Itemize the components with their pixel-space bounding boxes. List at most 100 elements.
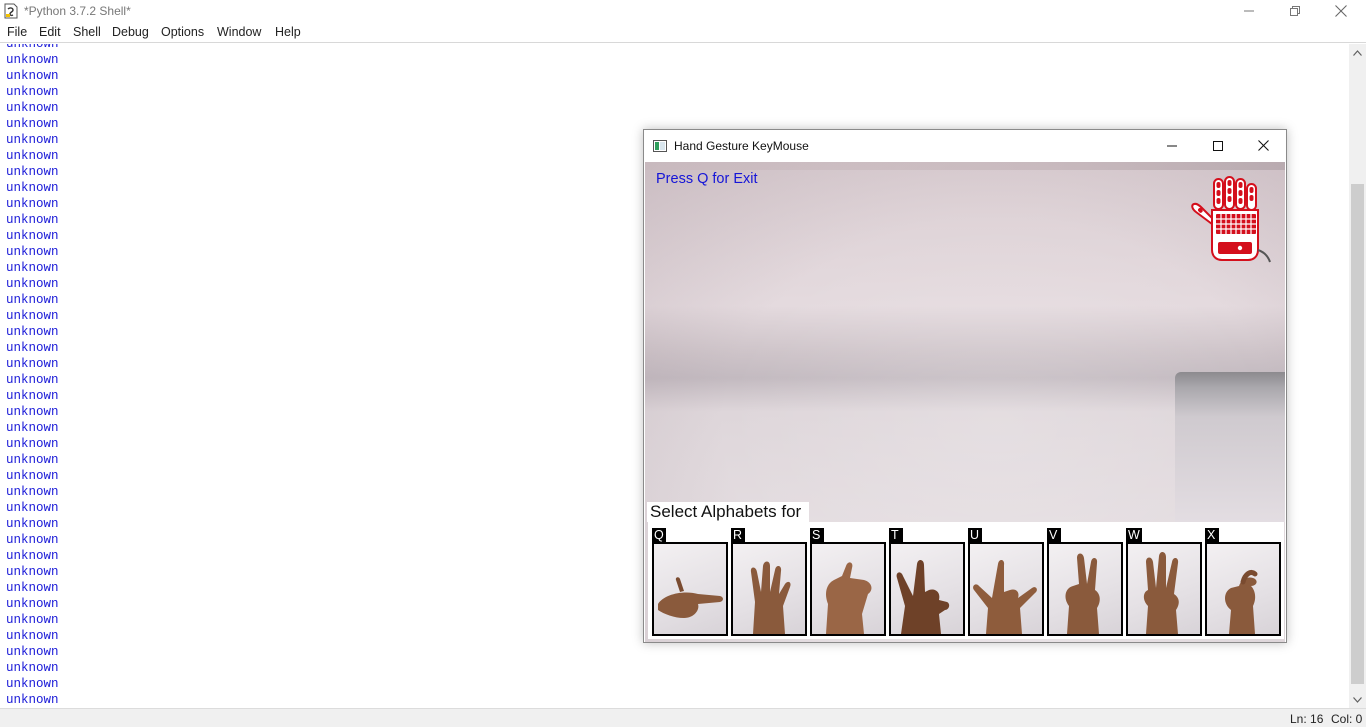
- output-line: unknown: [6, 517, 59, 531]
- camera-background-shelf: [1175, 372, 1285, 522]
- output-line: unknown: [6, 437, 59, 451]
- menu-bar: File Edit Shell Debug Options Window Hel…: [0, 22, 1366, 43]
- gesture-window: Hand Gesture KeyMouse Press Q for Exit S…: [643, 129, 1287, 643]
- gesture-card-w[interactable]: W: [1126, 528, 1202, 636]
- output-line: unknown: [6, 181, 59, 195]
- chevron-up-icon: [1353, 49, 1362, 56]
- gesture-card-t[interactable]: T: [889, 528, 965, 636]
- output-line: unknown: [6, 597, 59, 611]
- output-line: unknown: [6, 117, 59, 131]
- vertical-scrollbar[interactable]: [1349, 44, 1366, 708]
- scroll-thumb[interactable]: [1351, 184, 1364, 684]
- output-line: unknown: [6, 645, 59, 659]
- output-line: unknown: [6, 549, 59, 563]
- output-line: unknown: [6, 581, 59, 595]
- gesture-hand-image: [968, 542, 1044, 636]
- output-line: unknown: [6, 133, 59, 147]
- gesture-card-s[interactable]: S: [810, 528, 886, 636]
- output-line: unknown: [6, 533, 59, 547]
- output-line: unknown: [6, 85, 59, 99]
- line-number-status: Ln: 16: [1290, 712, 1324, 726]
- output-line: unknown: [6, 485, 59, 499]
- output-line: unknown: [6, 693, 59, 707]
- camera-feed: Press Q for Exit Select Alphabets for Q …: [645, 162, 1285, 642]
- gesture-maximize-button[interactable]: [1195, 130, 1241, 161]
- status-bar: Ln: 16 Col: 0: [0, 708, 1366, 727]
- output-line: unknown: [6, 677, 59, 691]
- output-line: unknown: [6, 629, 59, 643]
- gesture-card-q[interactable]: Q: [652, 528, 728, 636]
- hand-keyboard-logo-icon: [1191, 176, 1271, 263]
- gesture-card-r[interactable]: R: [731, 528, 807, 636]
- gesture-hand-image: [1126, 542, 1202, 636]
- minimize-icon: [1167, 145, 1177, 146]
- output-line: unknown: [6, 261, 59, 275]
- minimize-button[interactable]: [1226, 0, 1272, 22]
- output-line: unknown: [6, 469, 59, 483]
- gesture-letter: W: [1126, 528, 1142, 542]
- gesture-letter: R: [731, 528, 745, 542]
- output-line: unknown: [6, 405, 59, 419]
- output-line: unknown: [6, 421, 59, 435]
- gesture-letter: Q: [652, 528, 666, 542]
- output-line: unknown: [6, 565, 59, 579]
- gesture-window-title: Hand Gesture KeyMouse: [674, 139, 809, 153]
- maximize-icon: [1213, 140, 1223, 151]
- output-line: unknown: [6, 357, 59, 371]
- output-line: unknown: [6, 501, 59, 515]
- exit-hint: Press Q for Exit: [656, 171, 758, 187]
- window-title: *Python 3.7.2 Shell*: [24, 4, 131, 18]
- output-line: unknown: [6, 229, 59, 243]
- opencv-window-icon: [653, 139, 667, 152]
- output-line: unknown: [6, 613, 59, 627]
- output-line: unknown: [6, 44, 59, 51]
- output-line: unknown: [6, 293, 59, 307]
- gesture-card-x[interactable]: X: [1205, 528, 1281, 636]
- gesture-hand-image: [1205, 542, 1281, 636]
- output-line: unknown: [6, 277, 59, 291]
- menu-options[interactable]: Options: [161, 25, 204, 39]
- gesture-minimize-button[interactable]: [1149, 130, 1195, 161]
- gesture-card-v[interactable]: V: [1047, 528, 1123, 636]
- close-icon: [1257, 140, 1269, 151]
- gesture-hand-image: [889, 542, 965, 636]
- menu-help[interactable]: Help: [275, 25, 301, 39]
- output-line: unknown: [6, 453, 59, 467]
- menu-file[interactable]: File: [7, 25, 27, 39]
- gesture-hand-image: [652, 542, 728, 636]
- output-line: unknown: [6, 325, 59, 339]
- select-alphabets-label: Select Alphabets for: [647, 502, 810, 522]
- menu-edit[interactable]: Edit: [39, 25, 61, 39]
- scroll-up-button[interactable]: [1349, 44, 1366, 61]
- output-line: unknown: [6, 149, 59, 163]
- chevron-down-icon: [1353, 696, 1362, 703]
- gesture-window-titlebar[interactable]: Hand Gesture KeyMouse: [644, 130, 1286, 161]
- output-line: unknown: [6, 245, 59, 259]
- menu-shell[interactable]: Shell: [73, 25, 101, 39]
- restore-icon: [1290, 6, 1300, 16]
- gesture-hand-image: [810, 542, 886, 636]
- menu-window[interactable]: Window: [217, 25, 261, 39]
- gesture-close-button[interactable]: [1240, 130, 1286, 161]
- minimize-icon: [1244, 10, 1254, 12]
- output-line: unknown: [6, 197, 59, 211]
- restore-button[interactable]: [1272, 0, 1318, 22]
- gesture-letter: V: [1047, 528, 1061, 542]
- output-line: unknown: [6, 389, 59, 403]
- output-line: unknown: [6, 213, 59, 227]
- gesture-hand-image: [1047, 542, 1123, 636]
- gesture-hand-image: [731, 542, 807, 636]
- output-line: unknown: [6, 373, 59, 387]
- gesture-alphabet-strip: Q R S T U V W X: [648, 522, 1284, 639]
- gesture-letter: X: [1205, 528, 1219, 542]
- shell-titlebar: *Python 3.7.2 Shell*: [0, 0, 1366, 22]
- menu-debug[interactable]: Debug: [112, 25, 149, 39]
- output-line: unknown: [6, 69, 59, 83]
- column-number-status: Col: 0: [1331, 712, 1363, 726]
- gesture-letter: U: [968, 528, 982, 542]
- scroll-down-button[interactable]: [1349, 691, 1366, 708]
- gesture-letter: T: [889, 528, 903, 542]
- close-button[interactable]: [1318, 0, 1364, 22]
- gesture-card-u[interactable]: U: [968, 528, 1044, 636]
- output-line: unknown: [6, 165, 59, 179]
